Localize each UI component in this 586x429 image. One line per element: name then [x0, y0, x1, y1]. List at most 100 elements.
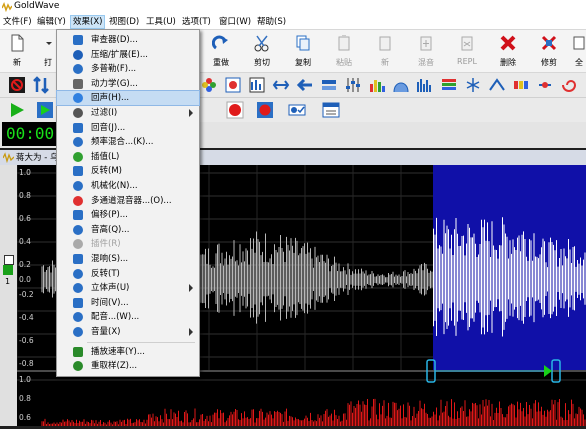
compress-icon: [73, 49, 83, 60]
effects-menu-item-resonance[interactable]: 混响(S)...: [57, 252, 199, 266]
effects-menu-item-invert[interactable]: 反转(M): [57, 164, 199, 178]
time-warp-icon[interactable]: [392, 76, 410, 94]
menu-options[interactable]: 选项(T): [180, 16, 213, 28]
effects-menu-item-label: 立体声(U): [91, 283, 130, 294]
paste-new-button[interactable]: 新: [371, 32, 399, 70]
effects-menu-item-label: 压缩/扩展(E)...: [91, 49, 148, 60]
effects-menu-item-label: 偏移(P)...: [91, 210, 128, 221]
delete-button[interactable]: 删除: [494, 32, 522, 70]
arrows-icon[interactable]: [272, 76, 290, 94]
menu-file[interactable]: 文件(F): [1, 16, 34, 28]
axis-label-top-9: -0.6: [19, 336, 34, 345]
title-bar: GoldWave: [0, 0, 586, 14]
effects-menu-item-mechanize[interactable]: 机械化(N)...: [57, 179, 199, 193]
axis-label-top-3: 0.6: [19, 214, 31, 223]
effects-menu-item-compress[interactable]: 压缩/扩展(E)...: [57, 48, 199, 62]
channel-checkbox-left[interactable]: [4, 255, 14, 265]
color-bars-icon[interactable]: [440, 76, 458, 94]
amplitude-icon[interactable]: [416, 76, 434, 94]
axis-label-top-7: -0.2: [19, 290, 34, 299]
menu-bar: 文件(F) 编辑(Y) 效果(X) 视图(D) 工具(U) 选项(T) 窗口(W…: [0, 14, 586, 30]
cut-label: 剪切: [254, 58, 270, 67]
effects-menu-item-offset[interactable]: 偏移(P)...: [57, 208, 199, 222]
reverb-icon: [73, 122, 83, 133]
split-icon[interactable]: [464, 76, 482, 94]
effects-menu-item-playback-rate[interactable]: 播放速率(Y)...: [57, 345, 199, 359]
effects-menu-item-volume[interactable]: 音量(X): [57, 325, 199, 339]
cut-button[interactable]: 剪切: [248, 32, 276, 70]
multi-color-icon[interactable]: [512, 76, 530, 94]
effect-mechanize-icon[interactable]: [248, 76, 266, 94]
effects-menu-item-label: 机械化(N)...: [91, 181, 138, 191]
paste-label: 粘贴: [336, 58, 352, 67]
redo-button[interactable]: 重做: [207, 32, 235, 70]
effects-menu-item-label: 反转(M): [91, 166, 122, 177]
axis-label-top-8: -0.4: [19, 313, 34, 322]
stop-record-icon[interactable]: [8, 76, 26, 94]
audio-doc-icon: [3, 152, 14, 163]
select-all-label: 全: [575, 58, 583, 67]
cue-points-icon[interactable]: [288, 101, 306, 119]
equalizer-icon[interactable]: [344, 76, 362, 94]
select-all-button[interactable]: 全: [572, 32, 586, 70]
balance-icon[interactable]: [320, 76, 338, 94]
effect-flower-icon[interactable]: [200, 76, 218, 94]
effects-menu-item-reverse[interactable]: 反转(T): [57, 267, 199, 281]
submenu-arrow-icon: [189, 284, 193, 293]
window-view-icon[interactable]: [322, 101, 340, 119]
effects-menu-item-reverb[interactable]: 回音(J)...: [57, 121, 199, 135]
channel-active-icon[interactable]: [3, 265, 13, 275]
menu-effects[interactable]: 效果(X): [69, 15, 106, 29]
effects-menu-item-dynamics[interactable]: 动力学(G)...: [57, 77, 199, 91]
paste-new-label: 新: [381, 58, 389, 67]
trim-label: 修剪: [541, 58, 557, 67]
axis-label-bottom-3: 0.6: [19, 413, 31, 422]
effects-menu-item-time[interactable]: 时间(V)...: [57, 296, 199, 310]
spiral-icon[interactable]: [560, 76, 578, 94]
new-button[interactable]: 新: [3, 32, 31, 70]
effects-menu-item-plugin[interactable]: 插件(R): [57, 237, 199, 251]
trim-button[interactable]: 修剪: [535, 32, 563, 70]
effects-menu-item-label: 多普勒(F)...: [91, 64, 137, 75]
fade-icon[interactable]: [488, 76, 506, 94]
channel-controls: 1: [0, 165, 17, 426]
play-icon[interactable]: [8, 101, 26, 119]
swap-channels-icon[interactable]: [32, 76, 50, 94]
menu-edit[interactable]: 编辑(Y): [35, 16, 68, 28]
effects-menu-item-label: 混响(S)...: [91, 254, 129, 264]
effects-menu-item-channel-mixer[interactable]: 多通道混音器...(O)...: [57, 194, 199, 208]
effects-menu-item-interpolate[interactable]: 插值(L): [57, 150, 199, 164]
effects-menu-item-voiceover[interactable]: 配音...(W)...: [57, 310, 199, 324]
dynamics-icon: [73, 78, 83, 89]
menu-tools[interactable]: 工具(U): [144, 16, 178, 28]
effects-menu-item-doppler[interactable]: 多普勒(F)...: [57, 62, 199, 76]
pan-icon[interactable]: [536, 76, 554, 94]
effects-menu-item-freq-mix[interactable]: 频率混合...(K)...: [57, 135, 199, 149]
arrow-left-icon[interactable]: [296, 76, 314, 94]
effects-menu-item-label: 动力学(G)...: [91, 78, 138, 89]
record-icon[interactable]: [226, 101, 244, 119]
mix-button[interactable]: 混音: [412, 32, 440, 70]
effects-menu-item-inspector[interactable]: 审查器(D)...: [57, 33, 199, 47]
paste-button[interactable]: 粘贴: [330, 32, 358, 70]
effects-menu-item-stereo[interactable]: 立体声(U): [57, 281, 199, 295]
effects-menu-item-echo[interactable]: 回声(H)...: [56, 90, 200, 107]
resample-icon: [73, 361, 83, 372]
mix-label: 混音: [418, 58, 434, 67]
interpolate-icon: [73, 151, 83, 162]
effects-menu-item-filter[interactable]: 过滤(I): [57, 106, 199, 120]
play-selection-icon[interactable]: [36, 101, 54, 119]
copy-button[interactable]: 复制: [289, 32, 317, 70]
effects-menu-item-pitch[interactable]: 音高(Q)...: [57, 223, 199, 237]
menu-window[interactable]: 窗口(W): [217, 16, 253, 28]
copy-icon: [296, 35, 310, 51]
effects-menu-item-label: 多通道混音器...(O)...: [91, 195, 172, 206]
menu-view[interactable]: 视图(D): [107, 16, 141, 28]
axis-label-top-4: 0.4: [19, 237, 31, 246]
spectrum-icon[interactable]: [368, 76, 386, 94]
replace-button[interactable]: REPL: [453, 32, 481, 70]
effect-grid-icon[interactable]: [224, 76, 242, 94]
record-selection-icon[interactable]: [256, 101, 274, 119]
effects-menu-item-resample[interactable]: 重取样(Z)...: [57, 359, 199, 373]
menu-help[interactable]: 帮助(S): [255, 16, 288, 28]
